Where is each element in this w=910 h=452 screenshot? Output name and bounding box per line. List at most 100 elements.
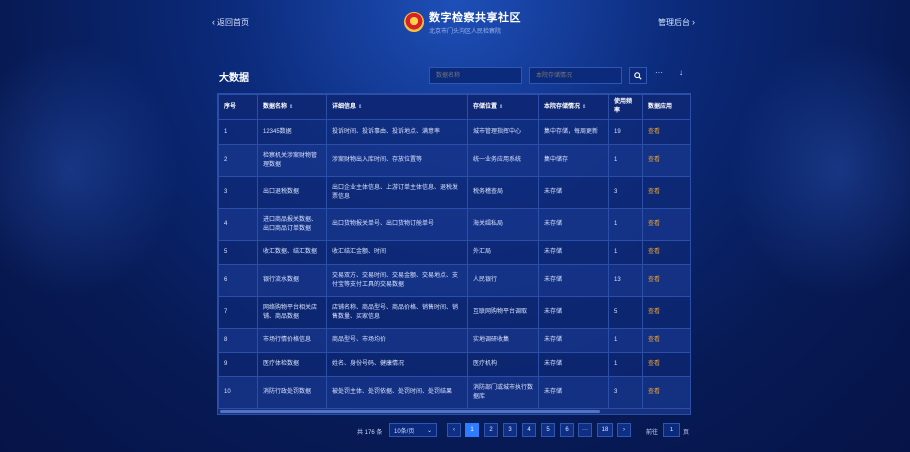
search-button[interactable] — [629, 67, 647, 84]
cell-action[interactable]: 查看 — [642, 328, 690, 353]
table-row: 7 网络购物平台相关店铺、商品数据 店铺名称、商品型号、商品价格、销售时间、销售数量… — [218, 296, 690, 329]
cell-location: 实地调研收集 — [467, 328, 539, 353]
back-home-link[interactable]: ‹ 返回首页 — [212, 17, 249, 28]
cell-frequency: 13 — [608, 264, 643, 297]
pagination: 共 176 条 10条/页 ⌄ ‹ 123456 ··· 18 › 前往 页 — [0, 422, 910, 438]
col-header-name[interactable]: 数据名称 ⇕ — [257, 94, 327, 120]
cell-detail: 交易双方、交易时间、交易金额、交易地点、支付宝等支付工具的交易数据 — [326, 264, 468, 297]
page-ellipsis[interactable]: ··· — [578, 423, 592, 437]
cell-detail: 涉案财物出入库时间、存放位置等 — [326, 144, 468, 177]
cell-detail: 出口货物报关单号、出口货物订舱单号 — [326, 208, 468, 241]
data-name-input[interactable] — [429, 67, 522, 84]
cell-detail: 姓名、身份号码、健康情况 — [326, 352, 468, 377]
cell-detail: 收汇结汇金额、时间 — [326, 240, 468, 265]
chevron-right-icon: › — [692, 17, 695, 27]
cell-index: 4 — [218, 208, 258, 241]
page-button-18[interactable]: 18 — [597, 423, 613, 437]
more-options-button[interactable]: ··· — [655, 68, 663, 77]
cell-frequency: 5 — [608, 296, 643, 329]
goto-label: 前往 — [646, 430, 659, 436]
national-emblem-icon — [404, 12, 424, 32]
cell-index: 1 — [218, 119, 258, 145]
cell-location: 外汇局 — [467, 240, 539, 265]
cell-index: 6 — [218, 264, 258, 297]
cell-status: 未存储 — [538, 240, 609, 265]
cell-status: 集中存储，每周更新 — [538, 119, 609, 145]
cell-status: 未存储 — [538, 208, 609, 241]
col-header-detail[interactable]: 详细信息 ⇕ — [326, 94, 468, 120]
table-row: 1 12345数据 投诉时间、投诉事由、投诉地点、满意率 城市管理指挥中心 集中存储，每… — [218, 119, 690, 145]
page-button-3[interactable]: 3 — [503, 423, 517, 437]
col-header-index: 序号 — [218, 94, 258, 120]
site-subtitle: 北京市门头沟区人民检察院 — [429, 29, 502, 35]
cell-frequency: 1 — [608, 144, 643, 177]
chevron-down-icon: ⌄ — [426, 427, 432, 434]
cell-action[interactable]: 查看 — [642, 176, 690, 209]
cell-action[interactable]: 查看 — [642, 240, 690, 265]
cell-action[interactable]: 查看 — [642, 144, 690, 177]
cell-frequency: 1 — [608, 208, 643, 241]
cell-name: 市场行情价格信息 — [257, 328, 327, 353]
cell-name: 进口商品报关数据、出口商品订单数据 — [257, 208, 327, 241]
cell-name: 银行流水数据 — [257, 264, 327, 297]
cell-frequency: 1 — [608, 352, 643, 377]
table-header-row: 序号 数据名称 ⇕ 详细信息 ⇕ 存储位置 ⇕ 本院存储情况 ⇕ 使用频率 数据应用 — [218, 94, 690, 120]
site-title: 数字检察共享社区 — [429, 12, 521, 24]
cell-action[interactable]: 查看 — [642, 352, 690, 377]
cell-status: 未存储 — [538, 176, 609, 209]
header: ‹ 返回首页 数字检察共享社区 北京市门头沟区人民检察院 管理后台 › — [0, 0, 910, 48]
cell-action[interactable]: 查看 — [642, 296, 690, 329]
cell-location: 互联网购物平台调取 — [467, 296, 539, 329]
table-row: 3 出口退税数据 出口企业主体信息、上游订单主体信息、退税发票信息 税务稽查局 未存储 3… — [218, 176, 690, 209]
page-button-5[interactable]: 5 — [541, 423, 555, 437]
col-header-frequency: 使用频率 — [608, 94, 643, 120]
cell-action[interactable]: 查看 — [642, 119, 690, 145]
cell-location: 海关缉私局 — [467, 208, 539, 241]
cell-action[interactable]: 查看 — [642, 264, 690, 297]
goto-page-input[interactable] — [663, 423, 680, 437]
cell-location: 城市管理指挥中心 — [467, 119, 539, 145]
background-glow-left — [0, 40, 180, 300]
prev-page-button[interactable]: ‹ — [447, 423, 461, 437]
cell-frequency: 1 — [608, 240, 643, 265]
page-button-6[interactable]: 6 — [560, 423, 574, 437]
scrollbar-thumb[interactable] — [220, 410, 600, 413]
cell-name: 12345数据 — [257, 119, 327, 145]
cell-detail: 投诉时间、投诉事由、投诉地点、满意率 — [326, 119, 468, 145]
cell-name: 网络购物平台相关店铺、商品数据 — [257, 296, 327, 329]
cell-status: 未存储 — [538, 264, 609, 297]
sort-icon[interactable]: ⇕ — [582, 104, 586, 110]
cell-index: 8 — [218, 328, 258, 353]
cell-name: 检察机关涉案财物管理数据 — [257, 144, 327, 177]
cell-name: 医疗体检数据 — [257, 352, 327, 377]
storage-status-input[interactable] — [529, 67, 622, 84]
download-button[interactable]: ↓ — [679, 68, 683, 77]
background-glow-right — [730, 40, 910, 300]
page-size-select[interactable]: 10条/页 ⌄ — [389, 423, 437, 437]
page-button-2[interactable]: 2 — [484, 423, 498, 437]
next-page-button[interactable]: › — [617, 423, 631, 437]
admin-label: 管理后台 — [658, 18, 690, 27]
goto-unit: 页 — [683, 430, 690, 436]
cell-action[interactable]: 查看 — [642, 376, 690, 409]
table-row: 9 医疗体检数据 姓名、身份号码、健康情况 医疗机构 未存储 1 查看 — [218, 352, 690, 377]
sort-icon[interactable]: ⇕ — [499, 104, 503, 110]
cell-action[interactable]: 查看 — [642, 208, 690, 241]
page-button-1[interactable]: 1 — [465, 423, 479, 437]
table-row: 5 收汇数据、结汇数据 收汇结汇金额、时间 外汇局 未存储 1 查看 — [218, 240, 690, 265]
admin-link[interactable]: 管理后台 › — [658, 17, 695, 28]
sort-icon[interactable]: ⇕ — [289, 104, 293, 110]
cell-status: 未存储 — [538, 328, 609, 353]
page-button-4[interactable]: 4 — [522, 423, 536, 437]
cell-status: 未存储 — [538, 376, 609, 409]
horizontal-scrollbar[interactable] — [218, 409, 690, 414]
cell-name: 消防行政处罚数据 — [257, 376, 327, 409]
cell-index: 9 — [218, 352, 258, 377]
sort-icon[interactable]: ⇕ — [358, 104, 362, 110]
cell-index: 5 — [218, 240, 258, 265]
table-row: 6 银行流水数据 交易双方、交易时间、交易金额、交易地点、支付宝等支付工具的交易数据… — [218, 264, 690, 297]
col-header-application: 数据应用 — [642, 94, 690, 120]
col-header-location[interactable]: 存储位置 ⇕ — [467, 94, 539, 120]
col-header-status[interactable]: 本院存储情况 ⇕ — [538, 94, 609, 120]
back-home-label: 返回首页 — [217, 18, 249, 27]
